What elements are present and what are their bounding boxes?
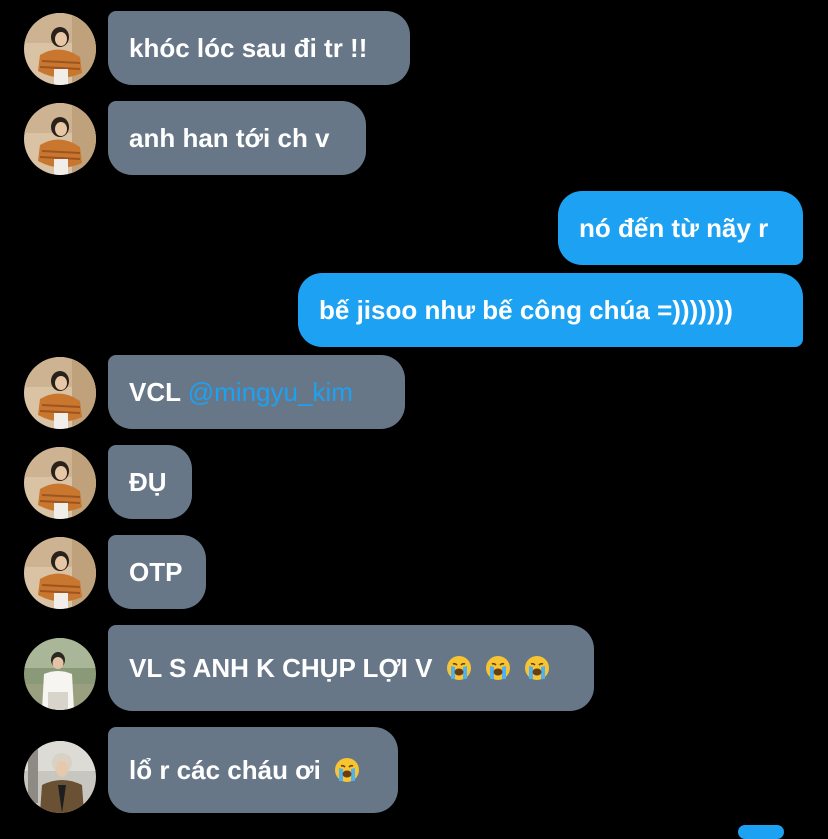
avatar-man-white-shirt-icon — [24, 638, 96, 710]
avatar[interactable] — [24, 447, 96, 519]
mention-link[interactable]: @mingyu_kim — [188, 377, 353, 407]
message-bubble-incoming[interactable]: lổ r các cháu ơi — [108, 727, 398, 813]
avatar[interactable] — [24, 13, 96, 85]
loudly-crying-face-icon — [485, 655, 511, 681]
message-text: anh han tới ch v — [129, 123, 330, 153]
avatar-girl-photo-icon — [24, 13, 96, 85]
loudly-crying-face-icon — [446, 655, 472, 681]
message-bubble-incoming[interactable]: khóc lóc sau đi tr !! — [108, 11, 410, 85]
avatar[interactable] — [24, 103, 96, 175]
message-bubble-outgoing[interactable]: nó đến từ nãy r — [558, 191, 803, 265]
message-text: VCL — [129, 377, 188, 407]
message-bubble-incoming[interactable]: VL S ANH K CHỤP LỢI V — [108, 625, 594, 711]
avatar[interactable] — [24, 638, 96, 710]
avatar-girl-photo-icon — [24, 447, 96, 519]
message-bubble-incoming[interactable]: VCL @mingyu_kim — [108, 355, 405, 429]
message-bubble-outgoing[interactable]: bế jisoo như bế công chúa =))))))) — [298, 273, 803, 347]
message-text: ĐỤ — [129, 467, 167, 497]
message-bubble-outgoing-partial[interactable] — [738, 825, 784, 839]
message-bubble-incoming[interactable]: OTP — [108, 535, 206, 609]
message-text: VL S ANH K CHỤP LỢI V — [129, 653, 433, 683]
avatar[interactable] — [24, 741, 96, 813]
avatar[interactable] — [24, 537, 96, 609]
avatar-girl-photo-icon — [24, 357, 96, 429]
avatar-man-brown-coat-icon — [24, 741, 96, 813]
message-text: nó đến từ nãy r — [579, 213, 769, 243]
loudly-crying-face-icon — [524, 655, 550, 681]
message-bubble-incoming[interactable]: anh han tới ch v — [108, 101, 366, 175]
message-text: bế jisoo như bế công chúa =))))))) — [319, 295, 733, 325]
avatar-girl-photo-icon — [24, 103, 96, 175]
message-bubble-incoming[interactable]: ĐỤ — [108, 445, 192, 519]
avatar[interactable] — [24, 357, 96, 429]
message-text: OTP — [129, 557, 183, 587]
message-text: khóc lóc sau đi tr !! — [129, 33, 368, 63]
loudly-crying-face-icon — [334, 757, 360, 783]
message-text: lổ r các cháu ơi — [129, 755, 321, 785]
avatar-girl-photo-icon — [24, 537, 96, 609]
